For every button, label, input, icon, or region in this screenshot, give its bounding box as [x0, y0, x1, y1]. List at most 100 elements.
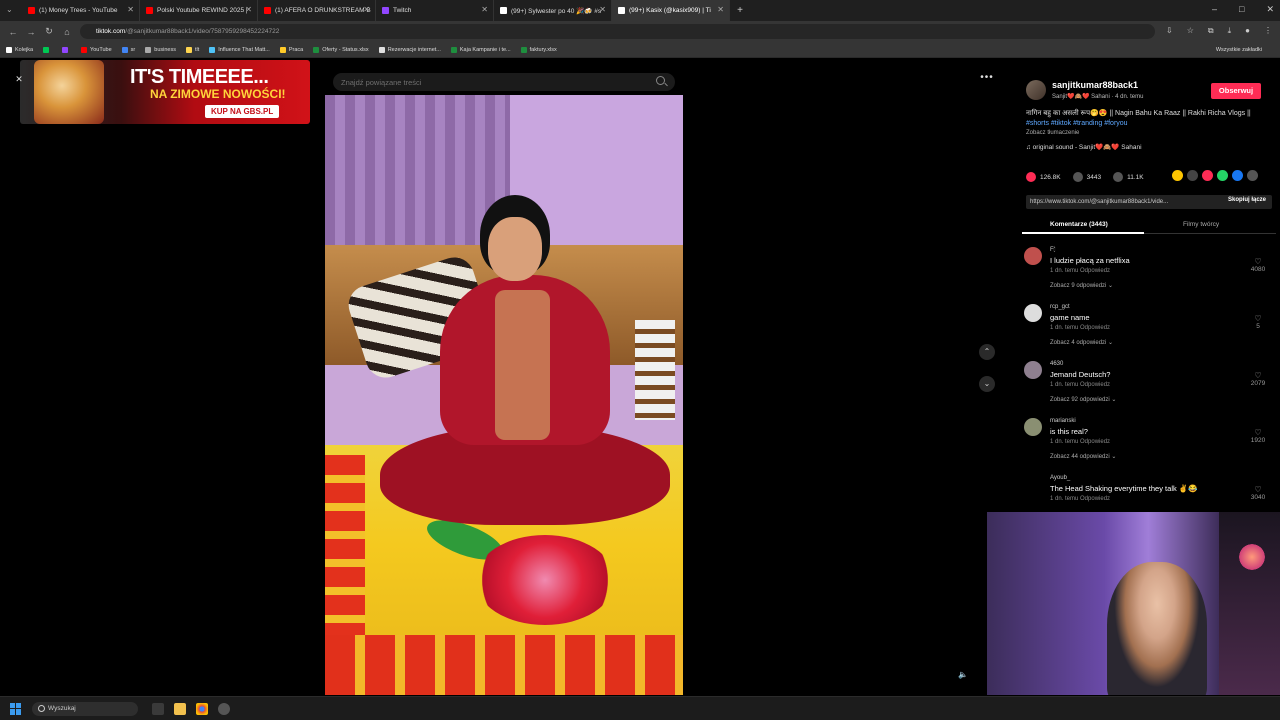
- volume-icon[interactable]: 🔈: [958, 670, 970, 682]
- like-stat[interactable]: 126.8K: [1026, 172, 1061, 182]
- close-tab-icon[interactable]: ✕: [363, 6, 370, 14]
- close-tab-icon[interactable]: ✕: [245, 6, 252, 14]
- chrome-icon[interactable]: [196, 702, 208, 715]
- comment-meta[interactable]: 1 dn. temu Odpowiedz: [1050, 325, 1110, 331]
- back-icon[interactable]: ←: [8, 27, 18, 37]
- commenter-avatar[interactable]: [1024, 418, 1042, 436]
- creator-username[interactable]: sanjitkumar88back1: [1052, 80, 1138, 90]
- bookmark-item[interactable]: YouTube: [81, 46, 112, 53]
- bookmark-item[interactable]: Oferty - Status.xlsx: [313, 46, 369, 53]
- tab-4[interactable]: Twitch ✕: [376, 0, 494, 21]
- post-link-field[interactable]: https://www.tiktok.com/@sanjitkumar88bac…: [1026, 195, 1272, 209]
- comment-like[interactable]: ♡ 1920: [1248, 428, 1268, 444]
- bookmark-item[interactable]: faktury.xlsx: [520, 46, 557, 53]
- tab-creator-videos[interactable]: Filmy twórcy: [1183, 221, 1219, 228]
- previous-video-icon[interactable]: ⌃: [979, 344, 995, 360]
- share-icon[interactable]: [1247, 170, 1258, 181]
- comment-like[interactable]: ♡ 2079: [1248, 371, 1268, 387]
- hashtags[interactable]: #shorts #tiktok #tranding #foryou: [1026, 120, 1128, 127]
- commenter-avatar[interactable]: [1024, 361, 1042, 379]
- bookmark-item[interactable]: tlt: [185, 46, 199, 53]
- comment-meta[interactable]: 1 dn. temu Odpowiedz: [1050, 496, 1110, 502]
- next-video-icon[interactable]: ⌄: [979, 376, 995, 392]
- commenter-name[interactable]: 4630: [1050, 361, 1063, 367]
- bookmark-item[interactable]: [62, 46, 71, 53]
- bookmark-star-icon[interactable]: ☆: [1187, 26, 1194, 36]
- forward-icon[interactable]: →: [26, 27, 36, 37]
- tab-3[interactable]: (1) AFERA O DRUNKSTREAM B ✕: [258, 0, 376, 21]
- install-icon[interactable]: ⇩: [1166, 26, 1173, 36]
- tab-6-active[interactable]: (99+) Kasix (@kasix909) | Ti ✕: [612, 0, 730, 21]
- comment-like[interactable]: ♡ 4080: [1248, 257, 1268, 273]
- sound-link[interactable]: ♫ original sound - Sanjit❤️🙈❤️ Sahani: [1026, 143, 1142, 151]
- related-search-input[interactable]: Znajdź powiązane treści: [333, 73, 675, 91]
- comment-meta[interactable]: 1 dn. temu Odpowiedz: [1050, 439, 1110, 445]
- task-view-icon[interactable]: [152, 702, 164, 715]
- save-stat[interactable]: 11.1K: [1113, 172, 1144, 182]
- tab-comments[interactable]: Komentarze (3443): [1050, 221, 1108, 228]
- facebook-icon[interactable]: [1232, 170, 1243, 181]
- more-options-icon[interactable]: •••: [979, 73, 995, 85]
- tab-1[interactable]: (1) Money Trees - YouTube ✕: [22, 0, 140, 21]
- ad-cta-button[interactable]: KUP NA GBS.PL: [205, 105, 280, 118]
- view-replies-link[interactable]: Zobacz 9 odpowiedzi ⌄: [1050, 282, 1113, 289]
- bookmark-item[interactable]: Kolejka: [6, 46, 33, 53]
- tab-5[interactable]: (99+) Sylwester po 40 🎉🍻 #s ✕: [494, 0, 612, 21]
- commenter-avatar[interactable]: [1024, 247, 1042, 265]
- home-icon[interactable]: ⌂: [62, 27, 72, 37]
- send-icon[interactable]: [1202, 170, 1213, 181]
- extensions-icon[interactable]: ⧉: [1208, 26, 1214, 36]
- app-icon[interactable]: [218, 702, 230, 715]
- view-replies-link[interactable]: Zobacz 44 odpowiedzi ⌄: [1050, 453, 1116, 460]
- follow-button[interactable]: Obserwuj: [1211, 83, 1261, 99]
- video-player[interactable]: [325, 95, 683, 695]
- comment-like[interactable]: ♡ 5: [1248, 314, 1268, 330]
- creator-avatar[interactable]: [1026, 80, 1046, 100]
- repost-icon[interactable]: [1172, 170, 1183, 181]
- ad-banner[interactable]: IT'S TIMEEEE... NA ZIMOWE NOWOŚCI! KUP N…: [20, 60, 310, 124]
- all-bookmarks[interactable]: Wszystkie zakładki: [1216, 47, 1262, 53]
- copy-link-button[interactable]: Skopiuj łącze: [1228, 197, 1266, 203]
- maximize-button[interactable]: □: [1239, 4, 1244, 15]
- close-tab-icon[interactable]: ✕: [481, 6, 488, 14]
- comment-meta[interactable]: 1 dn. temu Odpowiedz: [1050, 382, 1110, 388]
- taskbar-search[interactable]: Wyszukaj: [32, 701, 138, 716]
- bookmark-item[interactable]: Influence That Matt...: [209, 46, 270, 53]
- url-input[interactable]: tiktok.com/@sanjitkumar88back1/video/758…: [80, 24, 1155, 39]
- reload-icon[interactable]: ↻: [44, 26, 54, 37]
- menu-icon[interactable]: ⋮: [1264, 26, 1272, 36]
- commenter-name[interactable]: marianski: [1050, 418, 1076, 424]
- search-icon[interactable]: [656, 76, 665, 85]
- windows-start-icon[interactable]: [10, 702, 22, 715]
- embed-icon[interactable]: [1187, 170, 1198, 181]
- close-tab-icon[interactable]: ✕: [599, 6, 606, 14]
- commenter-name[interactable]: F🕯: [1050, 247, 1055, 254]
- download-icon[interactable]: ⤓: [1228, 26, 1232, 36]
- minimize-button[interactable]: –: [1212, 4, 1217, 15]
- commenter-name[interactable]: Ayoub_: [1050, 475, 1070, 481]
- file-explorer-icon[interactable]: [174, 702, 186, 715]
- comment-stat[interactable]: 3443: [1072, 172, 1101, 182]
- bookmark-item[interactable]: Kaja Kampanie i te...: [450, 46, 511, 53]
- bookmark-item[interactable]: sr: [121, 46, 135, 53]
- tab-2[interactable]: Polski Youtube REWIND 2025 | ✕: [140, 0, 258, 21]
- comment-meta[interactable]: 1 dn. temu Odpowiedz: [1050, 268, 1110, 274]
- commenter-avatar[interactable]: [1024, 475, 1042, 493]
- close-window-button[interactable]: ✕: [1266, 4, 1274, 15]
- bookmark-item[interactable]: Praca: [279, 46, 303, 53]
- bookmark-item[interactable]: business: [145, 46, 176, 53]
- bookmark-item[interactable]: [43, 46, 52, 53]
- view-replies-link[interactable]: Zobacz 92 odpowiedzi ⌄: [1050, 396, 1116, 403]
- commenter-name[interactable]: rcp_gct: [1050, 304, 1070, 310]
- see-translation-link[interactable]: Zobacz tłumaczenie: [1026, 130, 1079, 136]
- profile-icon[interactable]: ●: [1245, 26, 1250, 36]
- close-tab-icon[interactable]: ✕: [717, 6, 724, 14]
- comment-like[interactable]: ♡ 3040: [1248, 485, 1268, 501]
- close-tab-icon[interactable]: ✕: [127, 6, 134, 14]
- close-video-icon[interactable]: ✕: [14, 74, 24, 84]
- bookmark-item[interactable]: Rezerwacje internet...: [378, 46, 441, 53]
- new-tab-button[interactable]: +: [730, 5, 750, 16]
- tab-search-icon[interactable]: ⌄: [6, 5, 13, 14]
- view-replies-link[interactable]: Zobacz 4 odpowiedzi ⌄: [1050, 339, 1113, 346]
- whatsapp-icon[interactable]: [1217, 170, 1228, 181]
